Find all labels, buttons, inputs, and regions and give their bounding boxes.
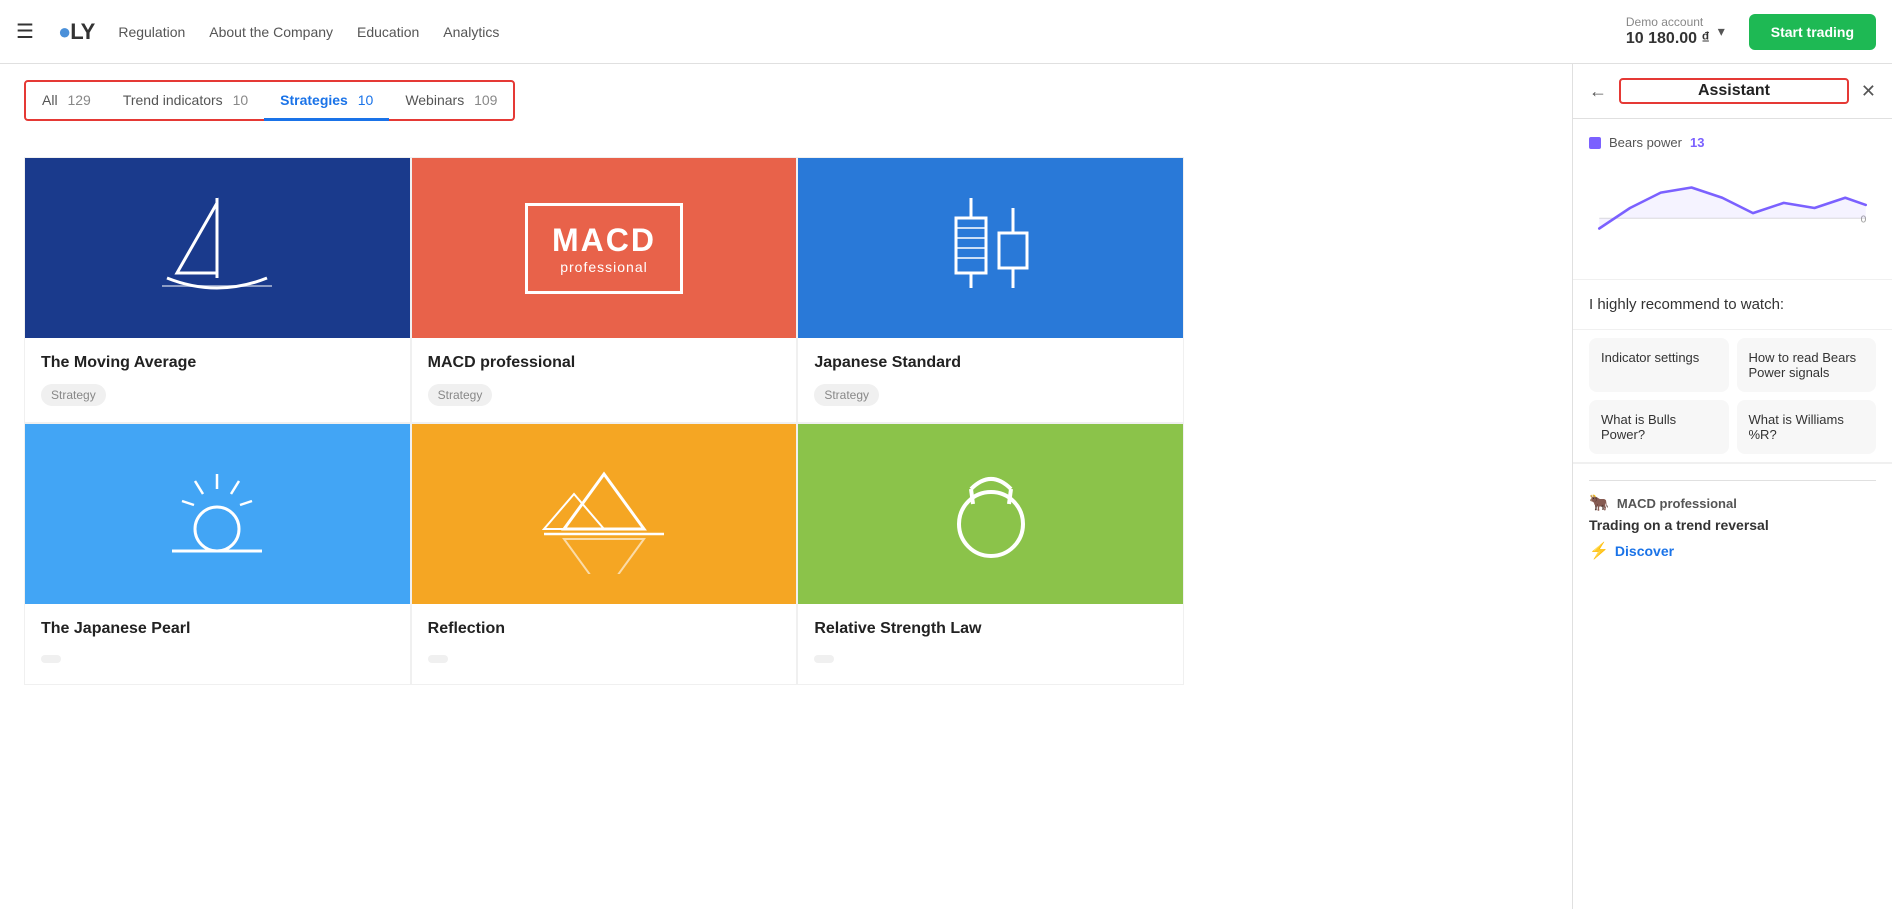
card-image-moving-average [25, 158, 410, 338]
tab-all[interactable]: All 129 [26, 82, 107, 121]
account-chevron-icon[interactable]: ▾ [1718, 23, 1725, 40]
card-badge-relative-strength [814, 655, 834, 663]
sidebar-back-button[interactable]: ← [1589, 81, 1607, 102]
account-amount: 10 180.00 ₫ [1626, 30, 1710, 48]
chart-legend: Bears power 13 [1589, 135, 1876, 150]
sailboat-icon [157, 188, 277, 308]
card-badge-japanese-standard: Strategy [814, 384, 879, 406]
macd-header: 🐂 MACD professional [1589, 493, 1876, 513]
main-header: ☰ ●LY Regulation About the Company Educa… [0, 0, 1892, 64]
card-title-reflection: Reflection [428, 620, 781, 638]
tab-group: All 129 Trend indicators 10 Strategies 1… [24, 80, 515, 121]
main-layout: All 129 Trend indicators 10 Strategies 1… [0, 64, 1892, 909]
tab-trend[interactable]: Trend indicators 10 [107, 82, 264, 121]
suggestion-how-to-read[interactable]: How to read Bears Power signals [1737, 338, 1877, 392]
card-badge-reflection [428, 655, 448, 663]
card-japanese-standard[interactable]: Japanese Standard Strategy [797, 157, 1184, 423]
legend-value: 13 [1690, 135, 1704, 150]
card-badge-macd: Strategy [428, 384, 493, 406]
card-badge-moving-average: Strategy [41, 384, 106, 406]
card-image-japanese-pearl [25, 424, 410, 604]
card-title-relative-strength: Relative Strength Law [814, 620, 1167, 638]
suggestion-williams[interactable]: What is Williams %R? [1737, 400, 1877, 454]
discover-button[interactable]: ⚡ Discover [1589, 533, 1674, 569]
sidebar-title: Assistant [1619, 78, 1849, 104]
suggestion-indicator-settings[interactable]: Indicator settings [1589, 338, 1729, 392]
macd-logo: MACD professional [525, 203, 683, 294]
card-image-japanese [798, 158, 1183, 338]
macd-section: 🐂 MACD professional Trading on a trend r… [1573, 463, 1892, 585]
content-area: All 129 Trend indicators 10 Strategies 1… [0, 64, 1572, 909]
logo: ●LY [58, 19, 94, 45]
macd-card-subtitle: Trading on a trend reversal [1589, 517, 1876, 533]
sidebar: ← Assistant ✕ Bears power 13 0 [1572, 64, 1892, 909]
sidebar-header: ← Assistant ✕ [1573, 64, 1892, 119]
macd-bull-icon: 🐂 [1589, 493, 1609, 513]
card-title-macd: MACD professional [428, 354, 781, 372]
card-japanese-pearl[interactable]: The Japanese Pearl [24, 423, 411, 685]
sidebar-close-button[interactable]: ✕ [1861, 81, 1876, 102]
suggestion-bulls-power[interactable]: What is Bulls Power? [1589, 400, 1729, 454]
lightning-icon: ⚡ [1589, 541, 1609, 561]
bears-power-chart: 0 [1589, 158, 1876, 258]
card-image-macd: MACD professional [412, 158, 797, 338]
tab-strategies[interactable]: Strategies 10 [264, 82, 389, 121]
discover-label: Discover [1615, 543, 1674, 559]
card-reflection[interactable]: Reflection [411, 423, 798, 685]
nav-analytics[interactable]: Analytics [443, 24, 499, 40]
nav-education[interactable]: Education [357, 24, 419, 40]
sun-icon [157, 454, 277, 574]
candles-icon [931, 188, 1051, 308]
mountains-icon [534, 454, 674, 574]
card-title-japanese-pearl: The Japanese Pearl [41, 620, 394, 638]
account-section: Demo account 10 180.00 ₫ ▾ [1626, 15, 1725, 47]
card-image-relative-strength [798, 424, 1183, 604]
card-title-moving-average: The Moving Average [41, 354, 394, 372]
tab-webinars[interactable]: Webinars 109 [389, 82, 513, 121]
start-trading-button[interactable]: Start trading [1749, 14, 1876, 50]
macd-card-title: MACD professional [1617, 496, 1737, 511]
card-moving-average[interactable]: The Moving Average Strategy [24, 157, 411, 423]
kettlebell-icon [931, 454, 1051, 574]
recommendation-text: I highly recommend to watch: [1589, 296, 1876, 313]
card-badge-japanese-pearl [41, 655, 61, 663]
card-relative-strength[interactable]: Relative Strength Law [797, 423, 1184, 685]
hamburger-icon[interactable]: ☰ [16, 19, 34, 44]
legend-dot [1589, 137, 1601, 149]
account-label: Demo account [1626, 15, 1710, 29]
chart-area: Bears power 13 0 [1573, 119, 1892, 280]
card-image-reflection [412, 424, 797, 604]
suggestions-grid: Indicator settings How to read Bears Pow… [1573, 330, 1892, 463]
nav-about[interactable]: About the Company [209, 24, 333, 40]
card-title-japanese-standard: Japanese Standard [814, 354, 1167, 372]
cards-grid: The Moving Average Strategy MACD profess… [24, 157, 1184, 685]
recommendation-section: I highly recommend to watch: [1573, 280, 1892, 330]
nav-regulation[interactable]: Regulation [118, 24, 185, 40]
card-macd[interactable]: MACD professional MACD professional Stra… [411, 157, 798, 423]
legend-label: Bears power [1609, 135, 1682, 150]
